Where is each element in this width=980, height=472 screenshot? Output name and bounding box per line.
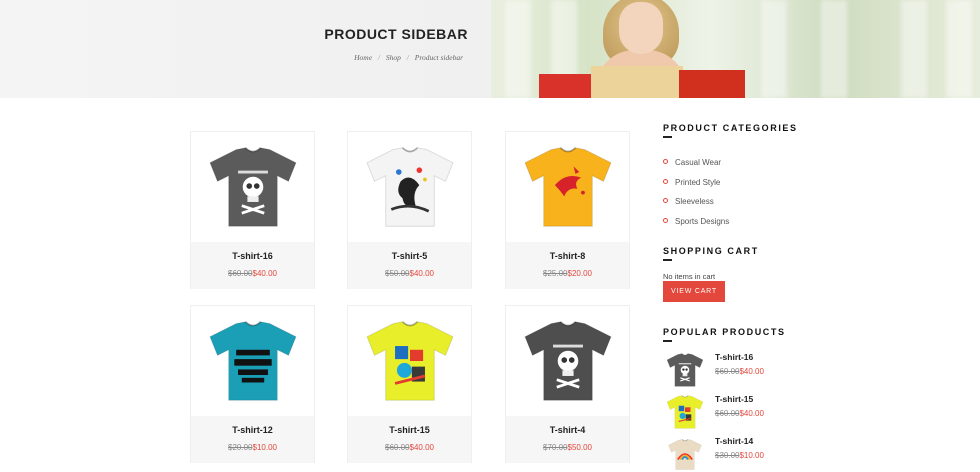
product-name[interactable]: T-shirt-15 xyxy=(715,394,753,404)
category-link[interactable]: Printed Style xyxy=(663,178,720,187)
heading-underline xyxy=(663,340,672,342)
circle-bullet-icon xyxy=(663,198,668,203)
product-old-price: $25.00 xyxy=(543,269,568,278)
banner-image xyxy=(491,0,980,98)
popular-products-heading: POPULAR PRODUCTS xyxy=(663,327,786,337)
product-price: $50.00 xyxy=(567,443,592,452)
tshirt-icon xyxy=(208,147,297,227)
product-old-price: $60.00 xyxy=(228,269,253,278)
product-name[interactable]: T-shirt-14 xyxy=(715,436,753,446)
view-cart-button[interactable]: VIEW CART xyxy=(663,281,725,302)
product-price: $20.00 xyxy=(567,269,592,278)
category-label: Casual Wear xyxy=(675,158,722,167)
product-price: $40.00 xyxy=(739,367,764,376)
product-name[interactable]: T-shirt-8 xyxy=(506,251,629,261)
cart-empty-message: No items in cart xyxy=(663,272,716,281)
product-name[interactable]: T-shirt-16 xyxy=(715,352,753,362)
category-link[interactable]: Sports Designs xyxy=(663,217,729,226)
shopping-cart-heading: SHOPPING CART xyxy=(663,246,759,256)
product-image[interactable] xyxy=(348,132,471,242)
banner-background xyxy=(0,0,491,98)
tshirt-icon xyxy=(666,353,704,387)
product-old-price: $20.00 xyxy=(228,443,253,452)
breadcrumb-shop-link[interactable]: Shop xyxy=(386,53,401,62)
product-old-price: $60.00 xyxy=(715,367,740,376)
product-name[interactable]: T-shirt-15 xyxy=(348,425,471,435)
product-old-price: $60.00 xyxy=(385,443,410,452)
product-old-price: $50.00 xyxy=(385,269,410,278)
tshirt-icon xyxy=(523,147,612,227)
categories-heading: PRODUCT CATEGORIES xyxy=(663,123,798,133)
tshirt-icon xyxy=(668,438,702,470)
breadcrumb-home-link[interactable]: Home xyxy=(354,53,372,62)
product-price: $40.00 xyxy=(739,409,764,418)
heading-underline xyxy=(663,259,672,261)
product-card[interactable]: T-shirt-8 $25.00$20.00 xyxy=(505,131,630,289)
tshirt-icon xyxy=(208,321,297,401)
tshirt-icon xyxy=(365,321,454,401)
category-link[interactable]: Sleeveless xyxy=(663,197,714,206)
circle-bullet-icon xyxy=(663,179,668,184)
product-card[interactable]: T-shirt-5 $50.00$40.00 xyxy=(347,131,472,289)
product-image[interactable] xyxy=(348,306,471,416)
page-banner: PRODUCT SIDEBAR Home / Shop / Product si… xyxy=(0,0,980,98)
product-card[interactable]: T-shirt-4 $70.00$50.00 xyxy=(505,305,630,463)
product-thumbnail[interactable] xyxy=(663,394,707,430)
product-card[interactable]: T-shirt-12 $20.00$10.00 xyxy=(190,305,315,463)
product-image[interactable] xyxy=(191,132,314,242)
circle-bullet-icon xyxy=(663,218,668,223)
product-thumbnail[interactable] xyxy=(663,436,707,472)
product-price: $10.00 xyxy=(252,443,277,452)
category-label: Sleeveless xyxy=(675,197,714,206)
product-name[interactable]: T-shirt-5 xyxy=(348,251,471,261)
breadcrumb-separator: / xyxy=(406,53,409,62)
product-old-price: $70.00 xyxy=(543,443,568,452)
product-price: $10.00 xyxy=(739,451,764,460)
breadcrumb-separator: / xyxy=(377,53,381,62)
category-label: Sports Designs xyxy=(675,217,730,226)
product-image[interactable] xyxy=(506,306,629,416)
product-card[interactable]: T-shirt-16 $60.00$40.00 xyxy=(190,131,315,289)
product-old-price: $60.00 xyxy=(715,409,740,418)
category-link[interactable]: Casual Wear xyxy=(663,158,721,167)
popular-product-item[interactable]: T-shirt-15 $60.00$40.00 xyxy=(663,394,803,430)
breadcrumb-current: Product sidebar xyxy=(414,53,463,62)
product-name[interactable]: T-shirt-4 xyxy=(506,425,629,435)
tshirt-icon xyxy=(523,321,612,401)
tshirt-icon xyxy=(666,395,704,429)
product-image[interactable] xyxy=(506,132,629,242)
tshirt-icon xyxy=(365,147,454,227)
category-label: Printed Style xyxy=(675,178,721,187)
product-thumbnail[interactable] xyxy=(663,352,707,388)
product-name[interactable]: T-shirt-16 xyxy=(191,251,314,261)
circle-bullet-icon xyxy=(663,159,668,164)
page-title: PRODUCT SIDEBAR xyxy=(324,26,468,42)
heading-underline xyxy=(663,136,672,138)
product-old-price: $30.00 xyxy=(715,451,740,460)
product-card[interactable]: T-shirt-15 $60.00$40.00 xyxy=(347,305,472,463)
breadcrumb: Home / Shop / Product sidebar xyxy=(300,53,463,62)
product-price: $40.00 xyxy=(409,443,434,452)
product-image[interactable] xyxy=(191,306,314,416)
popular-product-item[interactable]: T-shirt-16 $60.00$40.00 xyxy=(663,352,803,388)
product-name[interactable]: T-shirt-12 xyxy=(191,425,314,435)
product-price: $40.00 xyxy=(409,269,434,278)
popular-product-item[interactable]: T-shirt-14 $30.00$10.00 xyxy=(663,436,803,472)
product-price: $40.00 xyxy=(252,269,277,278)
